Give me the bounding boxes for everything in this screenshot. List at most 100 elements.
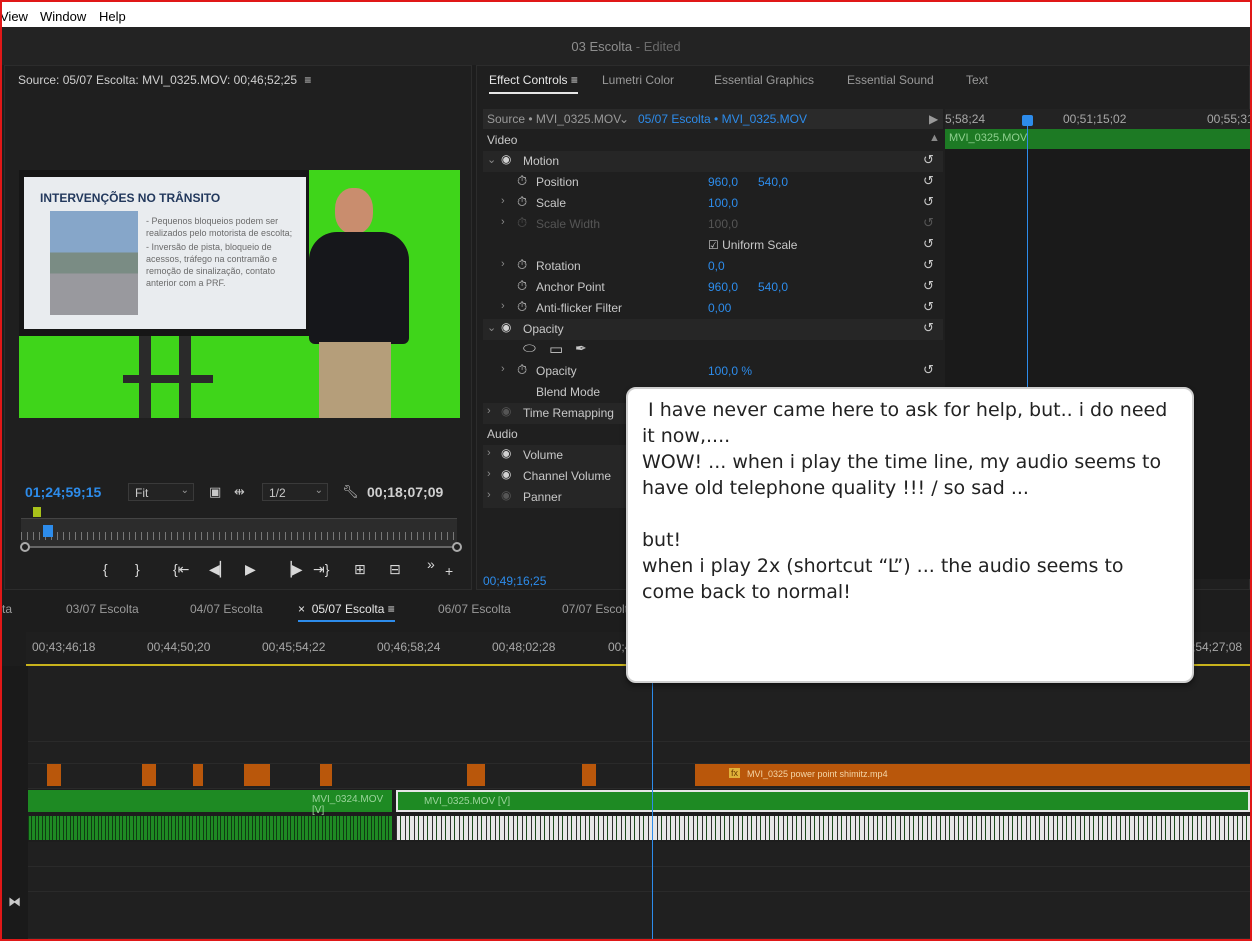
add-button-icon[interactable]: +	[445, 563, 453, 579]
reset-icon[interactable]: ↺	[923, 278, 934, 294]
step-back-button[interactable]: ◀▏	[209, 561, 231, 578]
reset-icon[interactable]: ↺	[923, 152, 934, 168]
effect-motion[interactable]: ⌄ ◉ Motion ↺	[483, 151, 943, 172]
video-preview[interactable]: INTERVENÇÕES NO TRÂNSITO - Pequenos bloq…	[19, 170, 460, 418]
close-icon[interactable]: ×	[298, 602, 305, 616]
chevron-down-icon[interactable]: ⌄	[619, 112, 629, 126]
position-x-value[interactable]: 960,0	[708, 175, 738, 189]
chevron-right-icon[interactable]: ›	[487, 447, 491, 459]
go-to-in-button[interactable]: {⇤	[173, 561, 189, 578]
eye-icon[interactable]: ◉	[501, 446, 511, 460]
timeline-clip[interactable]	[244, 764, 270, 786]
timeline-clip[interactable]	[582, 764, 596, 786]
powerpoint-clip[interactable]: fx MVI_0325 power point shimitz.mp4	[695, 764, 1250, 786]
tab-sequence-05[interactable]: × 05/07 Escolta ≡	[298, 602, 395, 622]
chevron-right-icon[interactable]: ›	[487, 468, 491, 480]
settings-icon[interactable]: ▣	[209, 484, 221, 500]
stopwatch-icon[interactable]: ⏱	[517, 173, 527, 189]
mini-timeline-clip[interactable]: MVI_0325.MOV	[945, 129, 1251, 149]
chevron-down-icon[interactable]: ⌄	[487, 153, 496, 166]
timeline-clip[interactable]	[47, 764, 61, 786]
sequence-clip-label[interactable]: 05/07 Escolta • MVI_0325.MOV	[638, 112, 807, 126]
scroll-up-icon[interactable]: ▲	[929, 132, 940, 144]
chevron-right-icon[interactable]: ›	[501, 195, 505, 207]
zoom-scrollbar[interactable]	[20, 542, 462, 552]
playhead-timecode[interactable]: 01;24;59;15	[25, 484, 101, 500]
source-time-ruler[interactable]	[21, 507, 457, 546]
stopwatch-icon[interactable]: ⏱	[517, 194, 527, 210]
ellipse-mask-icon[interactable]: ⬭	[523, 340, 536, 357]
source-playhead[interactable]	[43, 525, 53, 537]
overwrite-button[interactable]: ⊟	[389, 561, 401, 578]
rotation-value[interactable]: 0,0	[708, 259, 725, 273]
reset-icon[interactable]: ↺	[923, 236, 934, 252]
tab-sequence-03[interactable]: 03/07 Escolta	[66, 602, 139, 616]
anti-flicker-value[interactable]: 0,00	[708, 301, 731, 315]
timeline-clip[interactable]	[142, 764, 156, 786]
pen-mask-icon[interactable]: ✒	[575, 340, 587, 357]
panel-menu-icon[interactable]: ≡	[388, 602, 395, 616]
reset-icon[interactable]: ↺	[923, 173, 934, 189]
timeline-clip[interactable]	[193, 764, 203, 786]
reset-icon[interactable]: ↺	[923, 299, 934, 315]
reset-icon[interactable]: ↺	[923, 194, 934, 210]
tab-effect-controls[interactable]: Effect Controls ≡	[489, 73, 578, 94]
scale-value[interactable]: 100,0	[708, 196, 738, 210]
timeline-clip[interactable]	[467, 764, 485, 786]
video-clip-mvi-0324[interactable]: MVI_0324.MOV [V]	[28, 790, 392, 816]
chevron-down-icon[interactable]: ⌄	[487, 321, 496, 334]
tab-sequence-04[interactable]: 04/07 Escolta	[190, 602, 263, 616]
audio-clip-mvi-0324[interactable]	[28, 816, 392, 840]
scrollbar-handle-right[interactable]	[452, 542, 462, 552]
scrollbar-handle-left[interactable]	[20, 542, 30, 552]
eye-icon[interactable]: ◉	[501, 320, 511, 334]
drag-video-icon[interactable]: ⇹	[234, 484, 245, 500]
tab-sequence-partial[interactable]: ta	[2, 602, 12, 616]
tab-text[interactable]: Text	[966, 73, 988, 87]
more-buttons-icon[interactable]: »	[427, 556, 435, 572]
uniform-scale-checkbox[interactable]: ☑ Uniform Scale	[708, 238, 797, 252]
tab-essential-sound[interactable]: Essential Sound	[847, 73, 934, 87]
stopwatch-icon[interactable]: ⏱	[517, 299, 527, 315]
collapse-tracks-icon[interactable]: ⧓	[8, 894, 21, 910]
mini-playhead[interactable]	[1022, 115, 1033, 126]
play-button[interactable]: ▶	[245, 561, 256, 578]
tab-sequence-07[interactable]: 07/07 Escolta	[562, 602, 635, 616]
tab-sequence-06[interactable]: 06/07 Escolta	[438, 602, 511, 616]
chevron-right-icon[interactable]: ›	[487, 405, 491, 417]
opacity-value[interactable]: 100,0 %	[708, 364, 752, 378]
stopwatch-icon[interactable]: ⏱	[517, 257, 527, 273]
chevron-right-icon[interactable]: ›	[487, 489, 491, 501]
stopwatch-icon[interactable]: ⏱	[517, 278, 527, 294]
insert-button[interactable]: ⊞	[354, 561, 366, 578]
source-clip-label[interactable]: Source • MVI_0325.MOV	[487, 112, 621, 126]
eye-icon[interactable]: ◉	[501, 488, 511, 502]
menu-window[interactable]: Window	[40, 9, 86, 24]
timeline-clip[interactable]	[320, 764, 332, 786]
tab-lumetri-color[interactable]: Lumetri Color	[602, 73, 674, 87]
in-point-marker[interactable]	[33, 507, 41, 517]
reset-icon[interactable]: ↺	[923, 257, 934, 273]
stopwatch-icon[interactable]: ⏱	[517, 362, 527, 378]
resolution-dropdown[interactable]: 1/2 ⌄	[262, 483, 328, 501]
zoom-fit-dropdown[interactable]: Fit ⌄	[128, 483, 194, 501]
effect-opacity[interactable]: ⌄ ◉ Opacity ↺	[483, 319, 943, 340]
menu-view[interactable]: View	[0, 9, 28, 24]
menu-help[interactable]: Help	[99, 9, 126, 24]
step-forward-button[interactable]: ▕▶	[281, 561, 303, 578]
play-triangle-icon[interactable]: ▶	[929, 112, 938, 126]
effect-current-time[interactable]: 00;49;16;25	[483, 574, 546, 588]
panel-menu-icon[interactable]: ≡	[571, 73, 578, 87]
eye-icon[interactable]: ◉	[501, 467, 511, 481]
reset-icon[interactable]: ↺	[923, 320, 934, 336]
video-clip-mvi-0325[interactable]: MVI_0325.MOV [V]	[396, 790, 1250, 812]
eye-icon[interactable]: ◉	[501, 152, 511, 166]
panel-menu-icon[interactable]: ≡	[304, 73, 311, 87]
tab-essential-graphics[interactable]: Essential Graphics	[714, 73, 814, 87]
chevron-right-icon[interactable]: ›	[501, 363, 505, 375]
rectangle-mask-icon[interactable]: ▭	[549, 340, 563, 358]
go-to-out-button[interactable]: ⇥}	[313, 561, 329, 578]
reset-icon[interactable]: ↺	[923, 362, 934, 378]
mark-out-button[interactable]: }	[135, 561, 140, 577]
mark-in-button[interactable]: {	[103, 561, 108, 577]
